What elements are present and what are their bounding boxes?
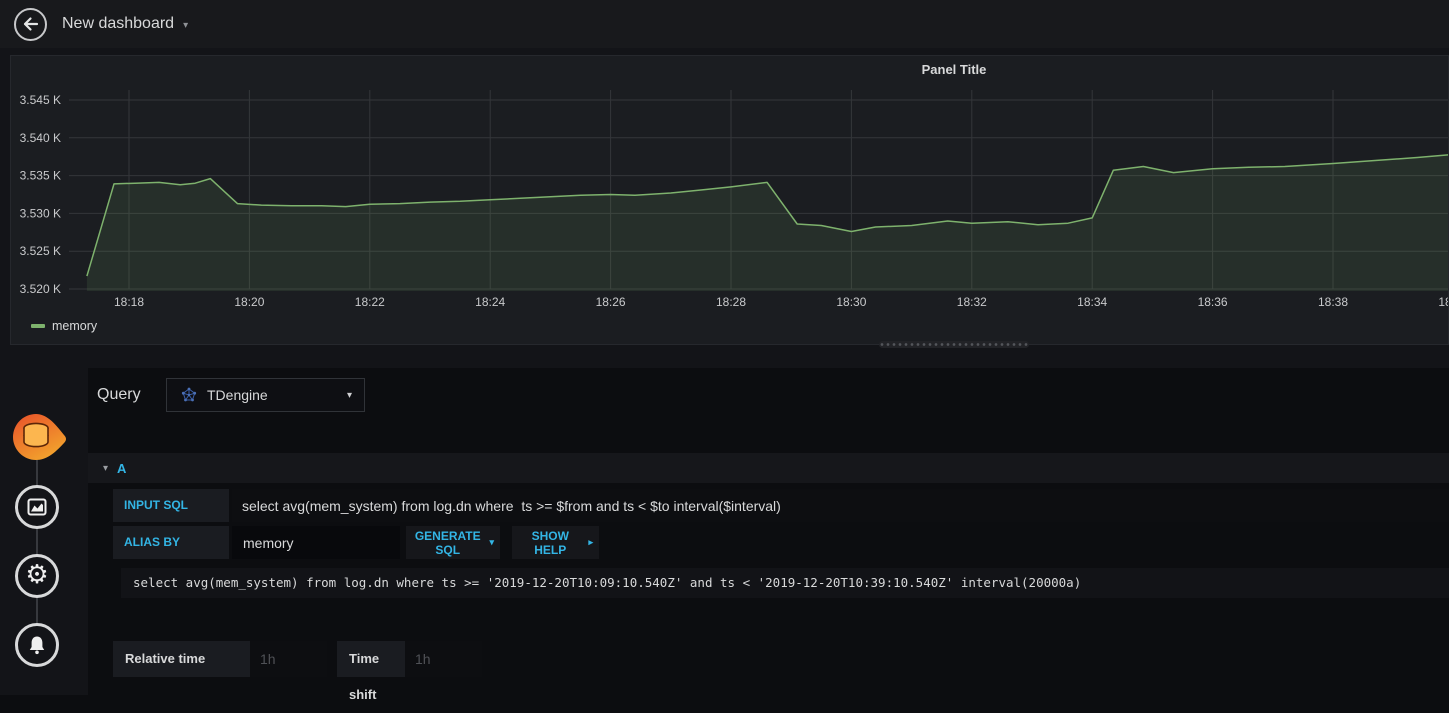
input-sql-label: INPUT SQL: [113, 489, 229, 522]
navbar: New dashboard ▾: [0, 0, 1449, 48]
editor-tab-rail: ⚙: [0, 345, 88, 695]
tab-rail-connector: [36, 437, 38, 647]
svg-text:18:40: 18:40: [1438, 295, 1448, 309]
legend-series-label[interactable]: memory: [52, 319, 97, 333]
database-icon: [13, 414, 66, 460]
svg-text:18:30: 18:30: [836, 295, 866, 309]
svg-text:18:36: 18:36: [1198, 295, 1228, 309]
generated-sql-text: select avg(mem_system) from log.dn where…: [121, 568, 1449, 598]
svg-text:3.540 K: 3.540 K: [20, 131, 61, 145]
tab-queries[interactable]: [12, 413, 80, 461]
tab-visualization[interactable]: [15, 485, 59, 529]
time-shift-group: Time shift: [337, 641, 482, 702]
query-header: Query TDengine ▾: [88, 376, 1449, 414]
dashboard-title[interactable]: New dashboard ▾: [62, 15, 188, 33]
chevron-down-icon: ▾: [346, 389, 352, 401]
input-sql-field[interactable]: [232, 489, 1449, 522]
svg-text:18:22: 18:22: [355, 295, 385, 309]
svg-text:18:38: 18:38: [1318, 295, 1348, 309]
show-help-button[interactable]: SHOW HELP ▸: [512, 526, 599, 559]
chevron-down-icon: ▾: [489, 537, 494, 547]
query-section-title: Query: [97, 386, 141, 403]
alias-by-field[interactable]: [232, 526, 400, 559]
svg-text:18:20: 18:20: [234, 295, 264, 309]
collapse-caret-icon: ▾: [103, 462, 109, 474]
time-shift-field[interactable]: [405, 641, 482, 677]
svg-text:3.535 K: 3.535 K: [20, 169, 61, 183]
time-shift-label: Time shift: [337, 641, 405, 702]
chevron-down-icon: ▾: [183, 20, 189, 31]
relative-time-field[interactable]: [250, 641, 327, 677]
panel-resize-handle[interactable]: [879, 341, 1029, 348]
tab-general[interactable]: ⚙: [15, 554, 59, 598]
svg-text:3.520 K: 3.520 K: [20, 282, 61, 296]
svg-text:18:34: 18:34: [1077, 295, 1107, 309]
settings-gear-icon: ⚙: [25, 560, 49, 590]
time-options-row: Relative time Time shift: [113, 641, 482, 702]
back-button[interactable]: [14, 7, 47, 41]
relative-time-label: Relative time: [113, 641, 250, 677]
svg-text:3.530 K: 3.530 K: [20, 206, 61, 220]
memory-time-series-chart[interactable]: 18:18 18:20 18:22 18:24 18:26 18:28 18:30 18:32…: [11, 56, 1448, 344]
query-ref-id: A: [117, 460, 127, 476]
svg-text:18:28: 18:28: [716, 295, 746, 309]
dashboard-title-text: New dashboard: [62, 15, 175, 32]
query-a-collapse-header[interactable]: ▾ A: [88, 453, 1449, 483]
svg-text:18:26: 18:26: [596, 295, 626, 309]
datasource-picker[interactable]: TDengine ▾: [166, 378, 365, 412]
chart-legend: memory: [31, 319, 97, 333]
query-editor: Query TDengine ▾ ▾ A INPUT SQL ALIAS BY: [88, 368, 1449, 702]
visualization-chart-icon: [27, 498, 47, 516]
tab-alert[interactable]: [15, 623, 59, 667]
chart-panel: Panel Title 18:18 18:20 18:22 18:24 18:26 18:…: [10, 55, 1449, 348]
svg-text:18:32: 18:32: [957, 295, 987, 309]
alias-by-label: ALIAS BY: [113, 526, 229, 559]
tdengine-logo-icon: [181, 387, 197, 402]
svg-text:18:18: 18:18: [114, 295, 144, 309]
relative-time-group: Relative time: [113, 641, 327, 677]
alert-bell-icon: [29, 636, 45, 655]
svg-text:18:24: 18:24: [475, 295, 505, 309]
datasource-name: TDengine: [207, 387, 268, 403]
svg-text:3.545 K: 3.545 K: [20, 93, 61, 107]
generate-sql-button[interactable]: GENERATE SQL ▾: [406, 526, 500, 559]
arrow-left-icon: [23, 17, 39, 31]
svg-text:3.525 K: 3.525 K: [20, 244, 61, 258]
chevron-right-icon: ▸: [588, 537, 593, 547]
legend-color-swatch: [31, 324, 45, 328]
